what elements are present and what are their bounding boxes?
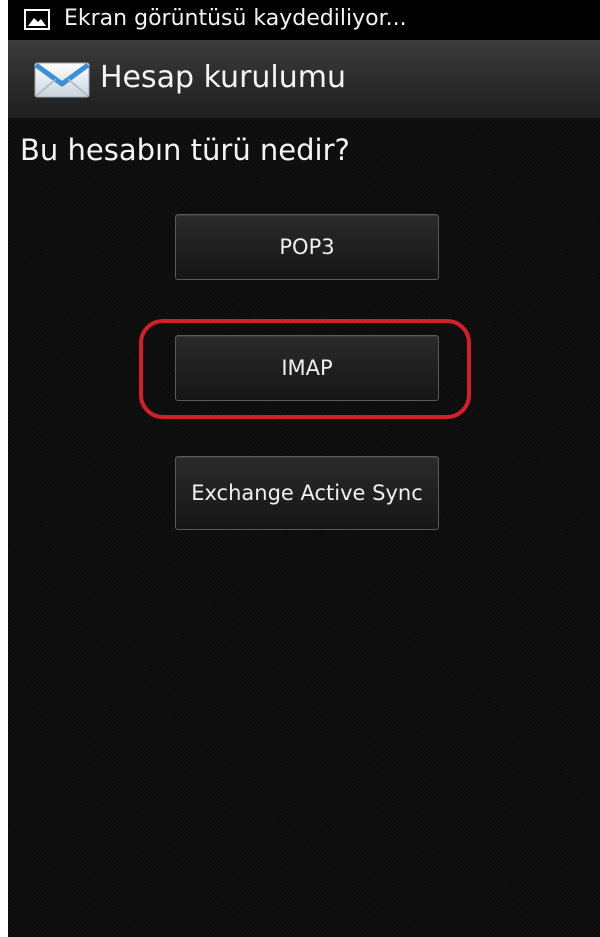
status-bar: Ekran görüntüsü kaydediliyor... [8,0,600,40]
page-title: Hesap kurulumu [100,60,347,95]
action-bar: Hesap kurulumu [8,40,600,120]
mail-icon [34,62,90,98]
image-icon [24,9,50,30]
account-type-question: Bu hesabın türü nedir? [20,133,350,167]
notification-text: Ekran görüntüsü kaydediliyor... [64,6,407,31]
phone-screen: Ekran görüntüsü kaydediliyor... Hesap ku… [8,0,600,937]
pop3-button[interactable]: POP3 [175,214,439,280]
exchange-active-sync-button[interactable]: Exchange Active Sync [175,456,439,530]
imap-highlight-outline [139,319,471,419]
